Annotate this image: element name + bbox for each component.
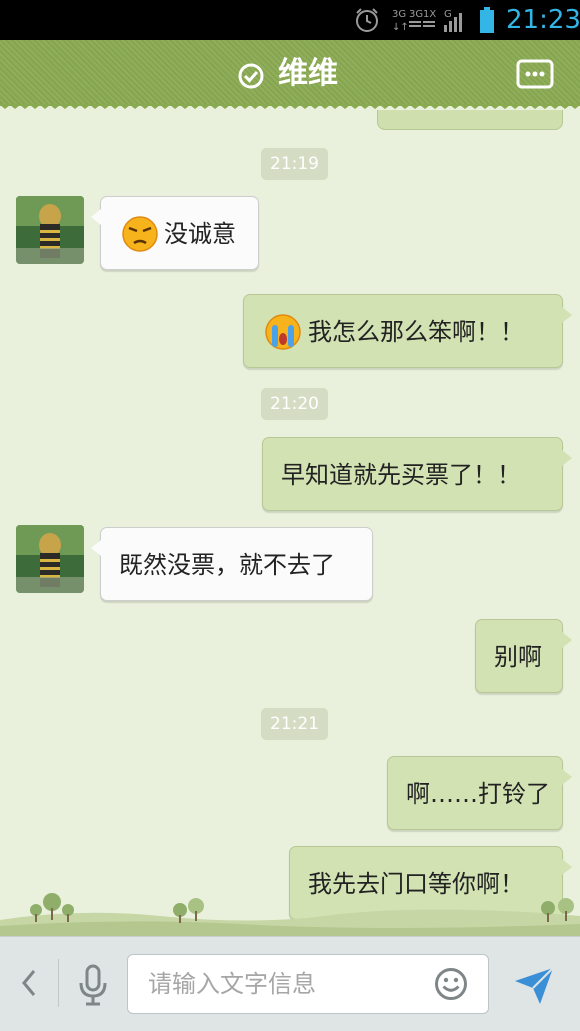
alarm-icon [356, 8, 378, 32]
message-text: 别啊 [494, 643, 542, 671]
verified-check-icon [238, 63, 264, 89]
message-text: 既然没票，就不去了 [119, 551, 335, 579]
message-text: 啊……打铃了 [406, 780, 550, 808]
message-input[interactable]: 请输入文字信息 [127, 954, 489, 1014]
contact-name: 维维 [278, 56, 338, 91]
received-message[interactable]: 没诚意 [91, 196, 259, 270]
svg-text:3G: 3G [409, 9, 423, 20]
back-chevron-icon[interactable] [14, 961, 44, 1005]
message-text: 早知道就先买票了！！ [281, 461, 521, 489]
sent-message[interactable]: 啊……打铃了 [387, 756, 572, 830]
timestamp: 21:21 [261, 708, 328, 740]
timestamp: 21:19 [261, 148, 328, 180]
message-input-placeholder: 请输入文字信息 [148, 970, 316, 998]
svg-text:3G: 3G [392, 9, 406, 20]
chat-message-list[interactable]: 21:19 没诚意 我怎么那么笨啊！！ 21:20 早知道就先买票了！！ 既然没… [0, 110, 580, 936]
previous-message-bubble [377, 110, 563, 130]
svg-text:G: G [444, 9, 452, 20]
chat-header: 维维 [0, 40, 580, 106]
send-icon[interactable] [512, 963, 556, 1007]
contact-avatar[interactable] [16, 196, 84, 264]
svg-text:1X: 1X [423, 9, 436, 20]
battery-icon [480, 7, 494, 33]
svg-text:↓↑: ↓↑ [392, 22, 409, 33]
contact-avatar[interactable] [16, 525, 84, 593]
network-status-icons: 3G ↓↑ 3G 1X G [392, 9, 462, 33]
status-time: 21:23 [506, 5, 580, 35]
received-message[interactable]: 既然没票，就不去了 [91, 527, 373, 601]
smiley-icon[interactable] [434, 967, 468, 1001]
crying-face-emoji [265, 314, 301, 350]
annoyed-face-emoji [122, 216, 158, 252]
sent-message[interactable]: 别啊 [475, 619, 572, 693]
microphone-icon[interactable] [74, 963, 112, 1007]
sent-message[interactable]: 我怎么那么笨啊！！ [243, 294, 572, 368]
timestamp: 21:20 [261, 388, 328, 420]
landscape-decoration [0, 893, 580, 936]
more-options-icon[interactable] [516, 59, 554, 89]
message-input-bar: 请输入文字信息 [0, 936, 580, 1031]
sent-message[interactable]: 早知道就先买票了！！ [262, 437, 572, 511]
message-text: 没诚意 [164, 220, 236, 248]
divider [58, 959, 59, 1007]
status-bar: 3G ↓↑ 3G 1X G 21:23 [0, 0, 580, 40]
message-text: 我怎么那么笨啊！！ [308, 318, 524, 346]
